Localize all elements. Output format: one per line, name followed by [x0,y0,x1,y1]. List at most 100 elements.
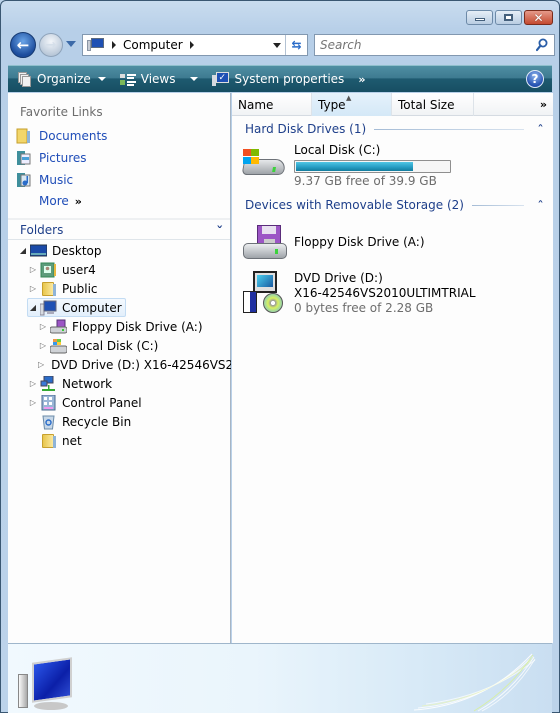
expand-icon[interactable]: ▷ [28,398,38,407]
folders-header[interactable]: Folders ˅ [8,218,230,240]
column-header: Name ▲ Type Total Size » [232,93,553,116]
favorite-link-documents[interactable]: Documents [16,126,107,146]
group-title: Devices with Removable Storage (2) [245,198,464,212]
expand-icon[interactable]: ▷ [38,360,44,369]
search-input[interactable] [320,38,520,52]
tree-item-dvd-drive[interactable]: ▷ DVD Drive (D:) X16-42546VS2010ULTIMTRI… [38,355,231,374]
more-label: More [39,194,69,208]
help-icon: ? [531,72,539,86]
explorer-window: ✕ ← → Computer ⇆ Organize [0,0,560,713]
documents-folder-icon [16,128,30,144]
expand-icon[interactable]: ▷ [28,379,38,388]
more-columns-button[interactable]: » [540,98,547,111]
favorite-links-more[interactable]: More » [39,194,82,208]
column-label: Name [238,97,274,112]
expand-icon[interactable]: ▷ [38,341,48,350]
tree-label: Local Disk (C:) [72,338,159,353]
forward-button[interactable]: → [39,33,63,57]
double-chevron-icon: » [74,194,82,208]
breadcrumb-computer[interactable]: Computer [123,38,183,52]
computer-icon [40,300,57,315]
chevron-down-icon [189,77,198,81]
sort-ascending-icon: ▲ [346,94,352,102]
column-label: Type [318,97,346,112]
refresh-button[interactable]: ⇆ [285,35,307,55]
collapse-icon[interactable]: ◢ [18,246,28,255]
collapse-group-icon[interactable]: ˄ [537,124,544,135]
collapse-group-icon[interactable]: ˄ [537,200,544,211]
search-box[interactable] [314,34,555,56]
system-properties-icon: ✓ [211,71,230,87]
music-folder-icon [17,173,31,187]
drive-free-space: 0 bytes free of 2.28 GB [294,301,434,315]
dvd-drive-icon [241,269,291,313]
favorite-label: Music [39,173,74,187]
back-arrow-icon: ← [16,36,30,54]
address-history-dropdown[interactable] [273,43,281,48]
back-button[interactable]: ← [10,32,36,58]
tree-label: Computer [62,300,122,315]
favorite-link-music[interactable]: Music [16,170,73,190]
computer-icon [14,657,72,712]
tree-item-local-disk[interactable]: ▷ Local Disk (C:) [38,336,158,355]
group-header-removable-storage[interactable]: Devices with Removable Storage (2) ˄ [245,197,544,213]
tree-item-public[interactable]: ▷ Public [28,279,98,298]
capacity-bar-fill [296,162,413,171]
breadcrumb-chevron-icon[interactable] [189,41,194,49]
organize-icon [18,71,32,87]
tree-item-desktop[interactable]: ◢ Desktop [18,241,102,260]
organize-button[interactable]: Organize [18,66,106,92]
chevron-down-icon [97,77,106,81]
tree-label: user4 [62,262,96,277]
favorite-label: Documents [39,129,108,143]
tree-item-floppy-drive[interactable]: ▷ Floppy Disk Drive (A:) [38,317,203,336]
expand-icon[interactable]: ▷ [28,265,38,274]
maximize-icon [504,14,513,21]
command-bar: Organize Views ✓ System properties » ? [8,65,552,92]
breadcrumb-chevron-icon[interactable] [112,41,116,49]
close-button[interactable]: ✕ [524,10,553,25]
tree-item-network[interactable]: ▷ Network [28,374,112,393]
pictures-folder-icon [17,151,31,165]
column-type[interactable]: ▲ Type [312,93,392,116]
column-name[interactable]: Name [232,93,312,116]
drive-item-floppy[interactable]: Floppy Disk Drive (A:) [241,221,425,265]
group-header-hard-disk-drives[interactable]: Hard Disk Drives (1) ˄ [245,121,544,137]
tree-item-control-panel[interactable]: ▷ Control Panel [28,393,142,412]
system-properties-button[interactable]: ✓ System properties [211,66,344,92]
capacity-bar [294,160,451,173]
tree-item-computer[interactable]: ◢ Computer [27,298,126,317]
forward-arrow-icon: → [45,37,57,53]
tree-item-net[interactable]: net [28,431,82,450]
views-button[interactable]: Views [119,66,198,92]
content-pane: Name ▲ Type Total Size » Hard Disk Drive… [232,93,553,643]
tree-label: net [62,433,82,448]
help-button[interactable]: ? [526,70,544,88]
group-divider [471,204,524,206]
tree-item-user4[interactable]: ▷ user4 [28,260,96,279]
expand-icon[interactable]: ▷ [38,322,48,331]
search-icon[interactable] [536,38,548,52]
favorite-link-pictures[interactable]: Pictures [16,148,87,168]
minimize-button[interactable] [466,10,493,25]
group-divider [374,128,524,130]
hard-disk-icon [241,143,291,187]
folders-label: Folders [20,222,64,237]
more-commands-button[interactable]: » [358,73,365,86]
drive-item-dvd[interactable]: DVD Drive (D:) X16-42546VS2010ULTIMTRIAL… [241,269,476,316]
navigation-pane: Favorite Links Documents Pictures Music … [8,93,231,643]
address-bar[interactable]: Computer ⇆ [82,34,308,56]
minimize-icon [474,18,485,21]
expand-icon[interactable]: ▷ [28,284,38,293]
column-label: Total Size [398,97,455,112]
collapse-icon[interactable]: ◢ [28,303,38,312]
tree-label: Control Panel [62,395,142,410]
hard-disk-icon [50,338,67,353]
recent-pages-dropdown[interactable] [66,41,76,47]
details-pane [8,643,552,713]
maximize-button[interactable] [495,10,522,25]
drive-item-local-disk[interactable]: Local Disk (C:) 9.37 GB free of 39.9 GB [241,143,451,189]
organize-label: Organize [37,72,91,86]
tree-item-recycle-bin[interactable]: Recycle Bin [28,412,131,431]
column-total-size[interactable]: Total Size [392,93,474,116]
